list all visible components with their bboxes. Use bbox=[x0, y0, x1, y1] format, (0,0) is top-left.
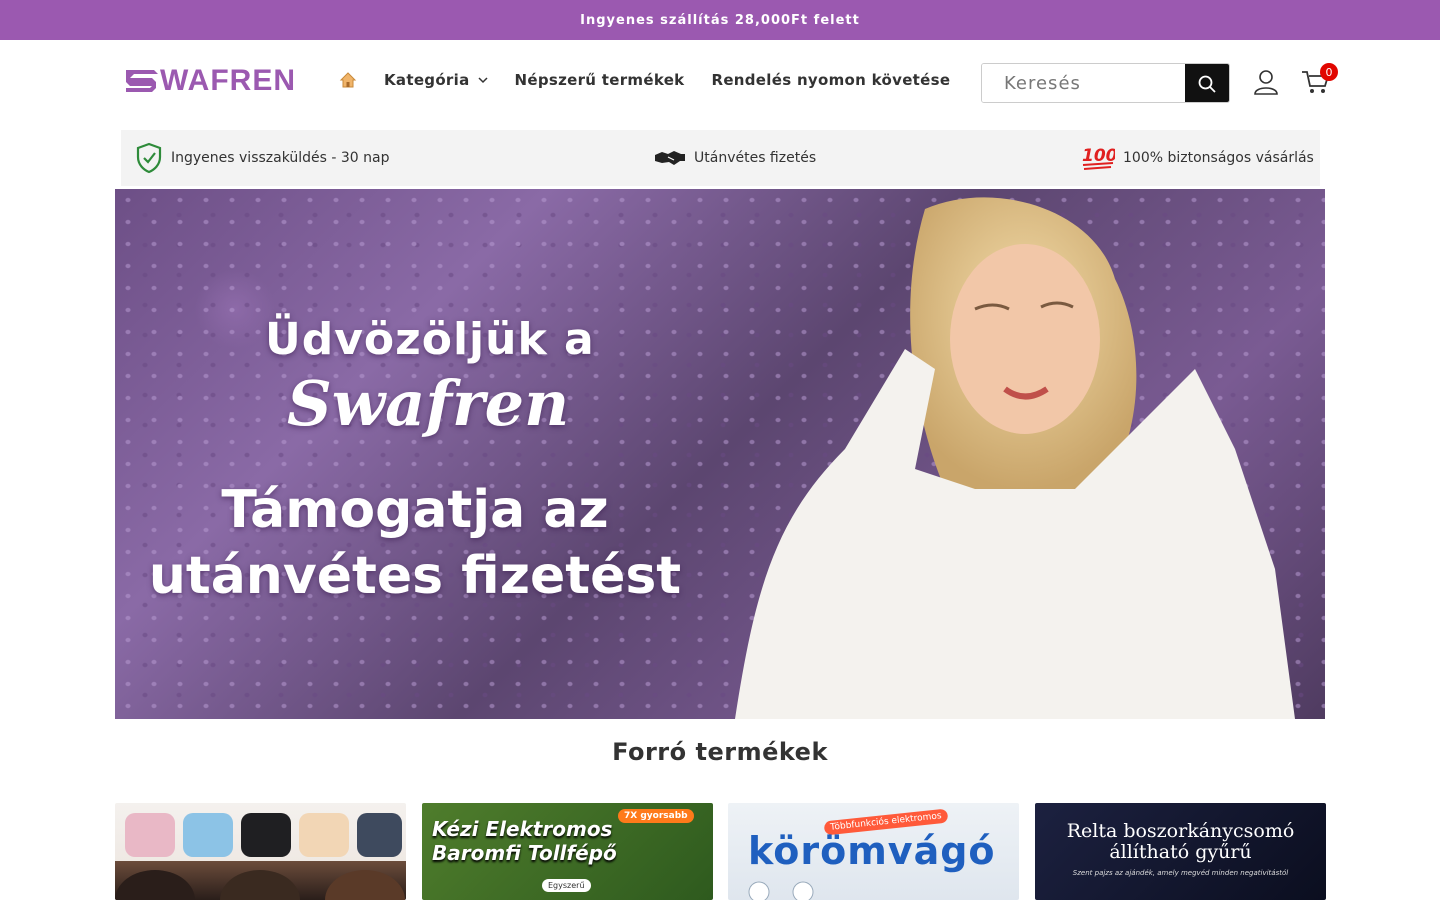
nav-item-category[interactable]: Kategória bbox=[384, 71, 488, 89]
search-icon bbox=[1198, 75, 1216, 93]
product-grid: Kézi Elektromos Baromfi Tollfépő 7X gyor… bbox=[115, 803, 1326, 900]
site-header: WAFREN Kategória Népszerű termékek Rende… bbox=[0, 40, 1440, 126]
product-card[interactable]: Kézi Elektromos Baromfi Tollfépő 7X gyor… bbox=[422, 803, 713, 900]
search-button[interactable] bbox=[1185, 64, 1229, 102]
product-badge: 7X gyorsabb bbox=[618, 809, 694, 823]
trust-label: Ingyenes visszaküldés - 30 nap bbox=[171, 150, 390, 166]
trust-item-returns: Ingyenes visszaküldés - 30 nap bbox=[135, 142, 390, 174]
nav-item-label: Kategória bbox=[384, 71, 470, 89]
trust-label: Utánvétes fizetés bbox=[694, 150, 817, 166]
product-title: Relta boszorkánycsomó állítható gyűrű bbox=[1066, 820, 1295, 863]
hero-welcome-text: Üdvözöljük a bbox=[265, 314, 595, 365]
hero-banner[interactable]: Üdvözöljük a Swafren Támogatja az utánvé… bbox=[115, 189, 1325, 719]
main-nav: Kategória Népszerű termékek Rendelés nyo… bbox=[338, 70, 977, 90]
chevron-down-icon bbox=[477, 77, 488, 84]
trust-item-secure: 100 100% biztonságos vásárlás bbox=[1081, 143, 1314, 173]
home-icon[interactable] bbox=[338, 70, 358, 90]
announcement-bar: Ingyenes szállítás 28,000Ft felett bbox=[0, 0, 1440, 40]
hundred-icon: 100 bbox=[1082, 146, 1115, 170]
nav-item-label: Népszerű termékek bbox=[514, 71, 685, 89]
search-box bbox=[981, 63, 1230, 103]
section-title: Forró termékek bbox=[612, 738, 828, 766]
cart-count-badge: 0 bbox=[1320, 63, 1338, 81]
nav-item-popular[interactable]: Népszerű termékek bbox=[515, 71, 685, 89]
product-card[interactable] bbox=[115, 803, 406, 900]
product-tag: Egyszerű bbox=[542, 879, 591, 892]
shield-check-icon bbox=[136, 142, 162, 174]
logo[interactable]: WAFREN bbox=[122, 64, 296, 98]
trust-label: 100% biztonságos vásárlás bbox=[1123, 150, 1314, 166]
hero-cod-line2: utánvétes fizetést bbox=[148, 546, 682, 606]
nav-item-label: Rendelés nyomon követése bbox=[711, 71, 951, 89]
account-icon[interactable] bbox=[1253, 68, 1279, 96]
hero-model-image bbox=[735, 197, 1295, 719]
handshake-icon bbox=[655, 151, 685, 165]
product-title: Kézi Elektromos Baromfi Tollfépő bbox=[432, 817, 617, 865]
product-subtitle: Szent pajzs az ajándék, amely megvéd min… bbox=[1072, 869, 1289, 877]
nav-item-order-tracking[interactable]: Rendelés nyomon követése bbox=[711, 71, 950, 89]
hero-cod-line1: Támogatja az bbox=[221, 480, 609, 540]
trust-bar: Ingyenes visszaküldés - 30 nap Utánvétes… bbox=[121, 130, 1320, 186]
search-input[interactable] bbox=[982, 64, 1185, 102]
trust-item-cod: Utánvétes fizetés bbox=[654, 148, 816, 168]
product-card[interactable]: Relta boszorkánycsomó állítható gyűrű Sz… bbox=[1035, 803, 1326, 900]
announcement-text: Ingyenes szállítás 28,000Ft felett bbox=[580, 12, 860, 28]
product-title: körömvágó bbox=[748, 829, 996, 873]
feature-icon bbox=[748, 881, 814, 900]
hero-brand-text: Swafren bbox=[287, 367, 570, 440]
logo-mark-icon bbox=[126, 70, 158, 92]
product-image bbox=[115, 813, 405, 900]
hero-cod-text: Támogatja az utánvétes fizetést bbox=[115, 477, 715, 609]
logo-text: WAFREN bbox=[160, 64, 296, 97]
product-card[interactable]: Többfunkciós elektromos körömvágó bbox=[728, 803, 1019, 900]
